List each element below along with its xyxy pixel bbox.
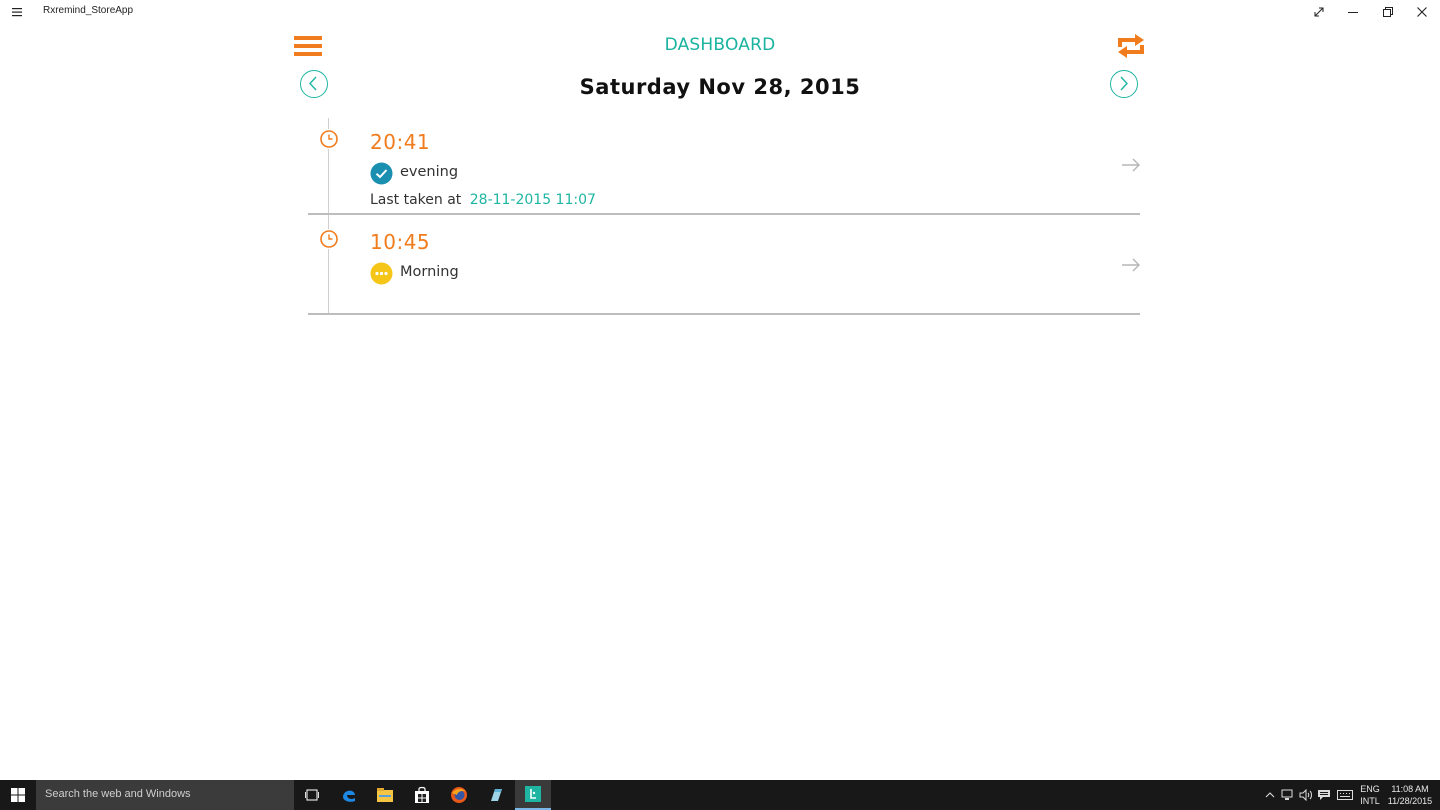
row-divider (308, 213, 1140, 215)
taskbar-search-input[interactable]: Search the web and Windows (36, 780, 294, 810)
clock-time: 11:08 AM (1391, 784, 1429, 794)
sync-button[interactable] (1115, 31, 1147, 61)
rxremind-app-icon[interactable] (515, 780, 551, 810)
reminder-row[interactable]: 10:45 Morning (308, 217, 1140, 315)
next-day-button[interactable] (1110, 70, 1138, 98)
chevron-left-icon (309, 76, 317, 91)
volume-icon[interactable] (1297, 780, 1315, 810)
language-code: ENG (1360, 784, 1380, 794)
minimize-icon[interactable] (1336, 0, 1370, 24)
taskbar: Search the web and Windows ENG INTL 11:0… (0, 780, 1440, 810)
check-circle-icon (370, 162, 393, 185)
sync-repeat-icon (1118, 34, 1144, 58)
current-date: Saturday Nov 28, 2015 (579, 75, 861, 99)
hamburger-menu-icon (294, 36, 322, 56)
last-taken-info: Last taken at 28-11-2015 11:07 (370, 192, 596, 208)
last-taken-label: Last taken at (370, 192, 462, 208)
file-explorer-icon[interactable] (367, 780, 403, 810)
keyboard-icon[interactable] (1335, 780, 1355, 810)
reminder-time: 20:41 (370, 130, 431, 154)
windows-logo-icon (11, 788, 25, 802)
arrow-right-icon[interactable] (1120, 157, 1142, 173)
search-placeholder: Search the web and Windows (45, 788, 191, 800)
app-icon[interactable] (478, 780, 514, 810)
reminder-label: evening (400, 164, 459, 180)
store-icon[interactable] (404, 780, 440, 810)
clock-date: 11/28/2015 (1387, 796, 1433, 806)
last-taken-value: 28-11-2015 11:07 (469, 192, 596, 208)
app-menu-button[interactable] (294, 35, 323, 58)
reminder-row[interactable]: 20:41 evening Last taken at 28-11-2015 1… (308, 117, 1140, 215)
window-title: Rxremind_StoreApp (43, 5, 134, 16)
language-layout: INTL (1360, 796, 1380, 806)
system-clock[interactable]: 11:08 AM 11/28/2015 (1385, 783, 1435, 807)
chevron-up-icon[interactable] (1262, 780, 1278, 810)
reminder-label: Morning (400, 264, 459, 280)
expand-icon[interactable] (1302, 0, 1336, 24)
notifications-icon[interactable] (1315, 780, 1333, 810)
pending-dots-icon (370, 262, 393, 285)
hamburger-menu-icon[interactable] (9, 3, 27, 21)
row-divider (308, 313, 1140, 315)
previous-day-button[interactable] (300, 70, 328, 98)
network-icon[interactable] (1279, 780, 1297, 810)
task-view-icon[interactable] (294, 780, 330, 810)
restore-icon[interactable] (1371, 0, 1405, 24)
edge-icon[interactable] (331, 780, 367, 810)
close-icon[interactable] (1405, 0, 1439, 24)
reminder-time: 10:45 (370, 230, 431, 254)
clock-icon (319, 229, 339, 249)
firefox-icon[interactable] (441, 780, 477, 810)
arrow-right-icon[interactable] (1120, 257, 1142, 273)
language-indicator[interactable]: ENG INTL (1356, 783, 1384, 807)
start-button[interactable] (0, 780, 36, 810)
clock-icon (319, 129, 339, 149)
page-title: DASHBOARD (664, 35, 776, 55)
chevron-right-icon (1120, 76, 1128, 91)
window-title-bar: Rxremind_StoreApp (0, 0, 1440, 24)
